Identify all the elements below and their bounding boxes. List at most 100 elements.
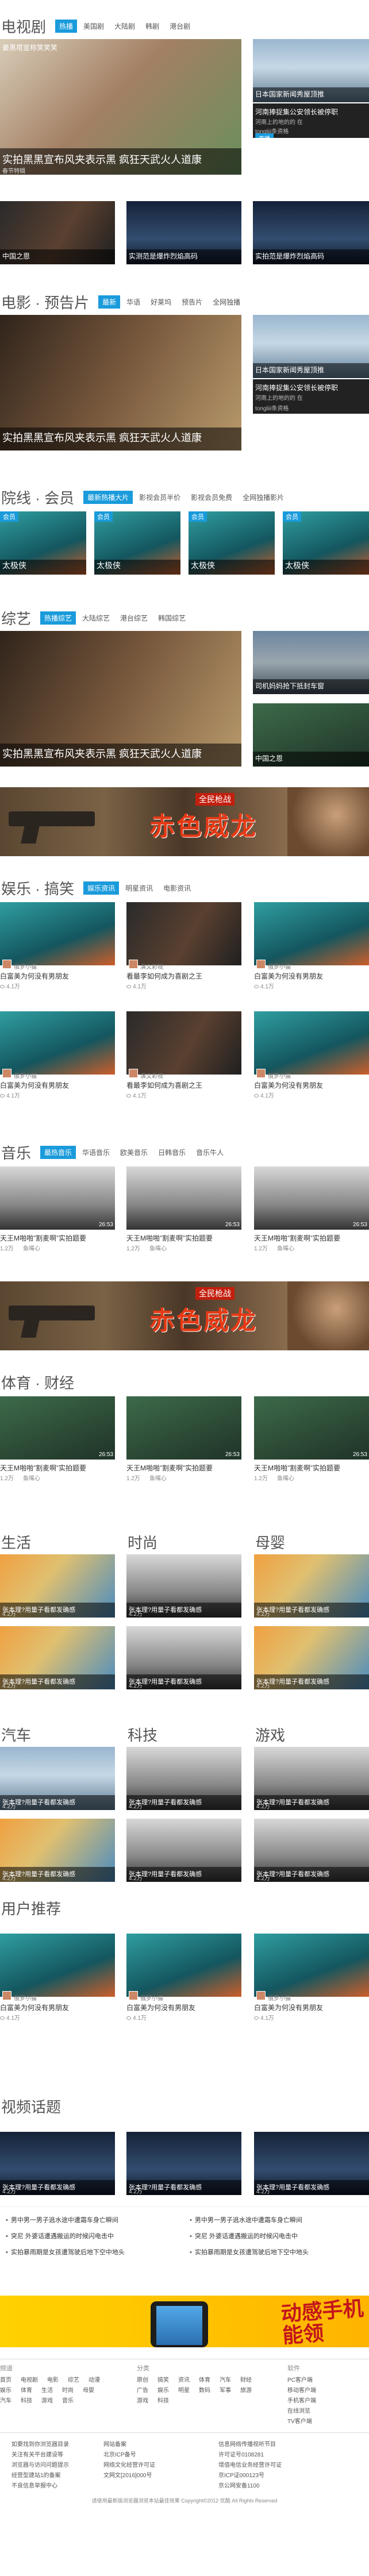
footer-link[interactable]: 数码: [199, 2385, 210, 2394]
fashion-card[interactable]: 张本理?用量子看都发确感 4.2万: [126, 1626, 241, 1689]
card-title[interactable]: 天王M啪啪”割麦啊”实拍题要: [126, 1463, 241, 1473]
tab-hot-music[interactable]: 最热音乐: [40, 1145, 76, 1159]
movie-side-video[interactable]: 日本国家新闻秀屋顶推: [253, 315, 369, 378]
life-card[interactable]: 张本理?用量子看都发确感 4.2万: [0, 1626, 115, 1689]
auto-card[interactable]: 张本理?用量子看都发确感 4.2万: [0, 1819, 115, 1882]
avatar[interactable]: [2, 1991, 11, 2000]
tab-hk[interactable]: 港台剧: [166, 20, 194, 33]
topic-link[interactable]: 实拍暴雨期是女孩遭驾驶后地下空中地头: [6, 2247, 125, 2257]
life-card[interactable]: 张本理?用量子看都发确感 4.2万: [0, 1554, 115, 1618]
variety-side-video-1[interactable]: 司机妈妈抢下抵封车窗: [253, 631, 369, 694]
footer-link[interactable]: 手机客户端: [287, 2396, 316, 2404]
footer-link[interactable]: 母婴: [83, 2385, 94, 2394]
uploader[interactable]: 鱼嘴心: [149, 1473, 167, 1482]
footer-link[interactable]: 动漫: [89, 2375, 100, 2384]
avatar[interactable]: [129, 1069, 138, 1078]
footer-link[interactable]: TV客户端: [287, 2416, 312, 2425]
tab-ent-news[interactable]: 娱乐资讯: [83, 881, 120, 895]
uploader[interactable]: 俄罗小猫: [268, 1993, 291, 2002]
avatar[interactable]: [2, 960, 11, 969]
tab-movie-news[interactable]: 电影资讯: [159, 881, 195, 895]
tab-exclusive[interactable]: 全网独播: [209, 295, 244, 309]
tv-side-info[interactable]: 河南捧捉集公安领长被停职 河南上的地的的 在 tongliii条资格 直播: [253, 103, 369, 138]
variety-feature-video[interactable]: 实拍黑黑宣布风夹表示黑 疯狂天武火人道康: [0, 631, 241, 767]
footer-link[interactable]: 汽车: [220, 2375, 231, 2384]
footer-link[interactable]: 移动客户端: [287, 2385, 316, 2394]
user-card-thumb[interactable]: [126, 1934, 241, 1997]
avatar[interactable]: [256, 1991, 266, 2000]
footer-link[interactable]: 电视剧: [21, 2375, 38, 2384]
avatar[interactable]: [129, 960, 138, 969]
tab-latest[interactable]: 最新: [98, 295, 121, 309]
uploader[interactable]: 鱼嘴心: [277, 1473, 294, 1482]
uploader[interactable]: 俄罗小猫: [140, 1993, 163, 2002]
footer-link[interactable]: 科技: [21, 2396, 32, 2404]
card-title[interactable]: 天王M啪啪”割麦啊”实拍题要: [126, 1233, 241, 1243]
uploader[interactable]: 演文彩视: [140, 1071, 163, 1080]
cinema-card[interactable]: 会员 太极侠: [94, 511, 180, 575]
footer-info-link[interactable]: 如要找到你浏览器目录: [11, 2439, 69, 2448]
tab-exclusive[interactable]: 全网独播影片: [239, 491, 288, 504]
tv-mini-video-2[interactable]: 实测范是爆炸烈焰高码: [126, 201, 241, 264]
game-card[interactable]: 张本理?用量子看都发确感 4.2万: [254, 1819, 369, 1882]
topic-card[interactable]: 张本理?用量子看都发确感 4.2万: [254, 2132, 369, 2195]
tab-hk-variety[interactable]: 港台综艺: [116, 611, 152, 625]
uploader[interactable]: 俄罗小猫: [268, 1071, 291, 1080]
footer-link[interactable]: 旅游: [240, 2385, 252, 2394]
tab-latest-hot[interactable]: 最新热播大片: [83, 490, 133, 504]
cinema-card[interactable]: 会员 太极侠: [189, 511, 275, 575]
topic-card[interactable]: 张本理?用量子看都发确感 4.2万: [0, 2132, 115, 2195]
movie-side-info[interactable]: 河南捧捉集公安领长被停职 河南上的地的的 在 tongliii条资格: [253, 379, 369, 414]
card-title[interactable]: 天王M啪啪”割麦啊”实拍题要: [0, 1233, 115, 1243]
fashion-card[interactable]: 张本理?用量子看都发确感 4.2万: [126, 1554, 241, 1618]
ent-card-thumb[interactable]: [254, 1011, 369, 1075]
ad-banner-1[interactable]: 全民枪战 赤色威龙: [0, 787, 369, 856]
tv-feature-video[interactable]: 姜黑塔宣称笑笑笑 实拍黑黑宣布风夹表示黑 疯狂天武火人道康 春节特辑: [0, 39, 241, 175]
sports-card-thumb[interactable]: 26:53: [254, 1396, 369, 1460]
tab-half-price[interactable]: 影视会员半价: [135, 491, 184, 504]
footer-link[interactable]: 首页: [0, 2375, 11, 2384]
user-card-thumb[interactable]: [254, 1934, 369, 1997]
card-title[interactable]: 看最李如何成为喜剧之王: [126, 971, 241, 981]
footer-link[interactable]: 电影: [47, 2375, 59, 2384]
cinema-card[interactable]: 会员 太极侠: [283, 511, 369, 575]
footer-link[interactable]: 娱乐: [0, 2385, 11, 2394]
user-card-thumb[interactable]: [0, 1934, 115, 1997]
tech-card[interactable]: 张本理?用量子看都发确感 4.2万: [126, 1819, 241, 1882]
tab-us[interactable]: 美国剧: [79, 20, 108, 33]
uploader[interactable]: 鱼嘴心: [277, 1243, 294, 1252]
card-title[interactable]: 白富美为何没有男朋友: [126, 2003, 241, 2012]
tab-free[interactable]: 影视会员免费: [187, 491, 236, 504]
footer-link[interactable]: 生活: [41, 2385, 53, 2394]
footer-info-link[interactable]: 京公网安备1100: [218, 2481, 260, 2489]
card-title[interactable]: 白富美为何没有男朋友: [0, 1080, 115, 1090]
uploader[interactable]: 俄罗小猫: [14, 1071, 37, 1080]
tab-star-news[interactable]: 明星资讯: [121, 881, 157, 895]
uploader[interactable]: 鱼嘴心: [23, 1243, 40, 1252]
ent-card-thumb[interactable]: [0, 902, 115, 965]
footer-link[interactable]: 资讯: [178, 2375, 190, 2384]
topic-link[interactable]: 突尼 外婆话遭遇搬运的时候闪电击中: [190, 2231, 298, 2240]
movie-feature-video[interactable]: 实拍黑黑宣布风夹表示黑 疯狂天武火人道康: [0, 315, 241, 450]
ent-card-thumb[interactable]: [254, 902, 369, 965]
ad-banner-2[interactable]: 全民枪战 赤色威龙: [0, 1281, 369, 1350]
ent-card-thumb[interactable]: [126, 1011, 241, 1075]
tab-hot-variety[interactable]: 热播综艺: [40, 611, 76, 625]
footer-info-link[interactable]: 浏览器与访问问题提示: [11, 2460, 69, 2469]
tab-trailer[interactable]: 预告片: [178, 295, 206, 309]
tab-cn[interactable]: 大陆剧: [110, 20, 139, 33]
auto-card[interactable]: 张本理?用量子看都发确感 4.2万: [0, 1747, 115, 1810]
footer-info-link[interactable]: 关注有关平台建设等: [11, 2450, 63, 2458]
tv-mini-video-3[interactable]: 实拍范是爆炸烈焰高码: [253, 201, 369, 264]
footer-link[interactable]: 游戏: [137, 2396, 148, 2404]
footer-info-link[interactable]: 北京ICP备号: [103, 2450, 136, 2458]
card-title[interactable]: 天王M啪啪”割麦啊”实拍题要: [254, 1463, 369, 1473]
uploader[interactable]: 鱼嘴心: [23, 1473, 40, 1482]
variety-side-video-2[interactable]: 中国之恩: [253, 703, 369, 767]
footer-link[interactable]: 汽车: [0, 2396, 11, 2404]
tab-cn-variety[interactable]: 大陆综艺: [78, 611, 114, 625]
ent-card-thumb[interactable]: [126, 902, 241, 965]
footer-info-link[interactable]: 不良信息举报中心: [11, 2481, 57, 2489]
footer-info-link[interactable]: 信息网络传播视听节目: [218, 2439, 276, 2448]
avatar[interactable]: [256, 960, 266, 969]
